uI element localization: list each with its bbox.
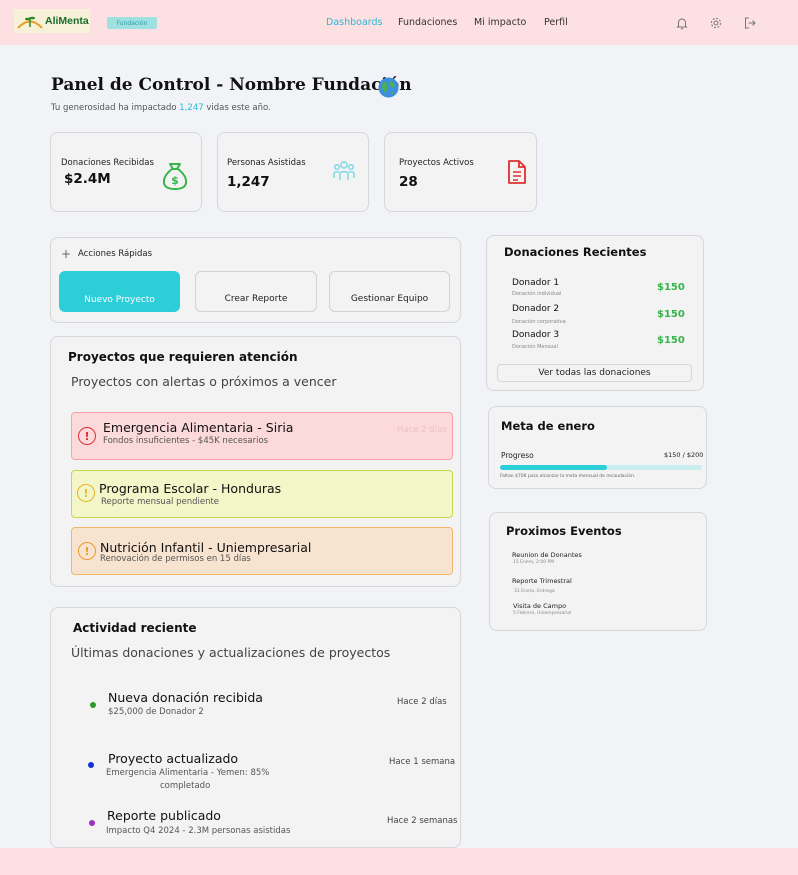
- page-title: Panel de Control - Nombre Fundación: [51, 75, 412, 95]
- document-icon: [508, 160, 526, 184]
- nav-fundaciones[interactable]: Fundaciones: [398, 17, 457, 28]
- activity-item-title: Nueva donación recibida: [108, 690, 263, 705]
- event-date: 31 Enero, Entrega: [514, 589, 555, 594]
- activity-item-time: Hace 2 semanas: [387, 816, 458, 826]
- donor-type: Donación corporativa: [512, 319, 566, 325]
- stat-label: Proyectos Activos: [399, 158, 474, 168]
- donor-type: Donación Mensual: [512, 344, 558, 350]
- bell-icon[interactable]: [675, 16, 689, 30]
- progress-bar: [500, 465, 702, 470]
- alert-title: Nutrición Infantil - Uniempresarial: [100, 540, 312, 555]
- donor-type: Donación individual: [512, 291, 562, 297]
- progress-fill: [500, 465, 608, 470]
- progress-label: Progreso: [501, 451, 534, 460]
- event-date: 15 Enero, 2:00 PM: [513, 560, 555, 565]
- goal-note: Faltan $70K para alcanzar la meta mensua…: [500, 474, 636, 479]
- activity-item-title: Proyecto actualizado: [108, 751, 239, 766]
- new-project-button[interactable]: Nuevo Proyecto: [59, 271, 180, 312]
- alert-time: Hace 2 días: [397, 425, 447, 435]
- recent-donations-title: Donaciones Recientes: [504, 245, 647, 259]
- event-date: 5 Febrero, Uniempresarial: [513, 611, 572, 616]
- stat-label: Donaciones Recibidas: [61, 158, 154, 168]
- event-title: Visita de Campo: [513, 602, 567, 610]
- gear-icon[interactable]: [709, 16, 723, 30]
- event-title: Reunion de Donantes: [512, 551, 582, 559]
- events-title: Proximos Eventos: [506, 524, 622, 538]
- activity-item-title: Reporte publicado: [107, 808, 221, 823]
- status-dot: [88, 762, 94, 768]
- stat-value: 28: [399, 174, 418, 190]
- donor-amount: $150: [657, 309, 685, 320]
- nav-mi-impacto[interactable]: Mi impacto: [474, 17, 526, 28]
- footer-bar: [0, 848, 798, 875]
- activity-item-time: Hace 2 días: [397, 697, 447, 707]
- status-dot: [90, 702, 96, 708]
- alert-subtitle: Fondos insuficientes - $45K necesarios: [103, 436, 269, 446]
- quick-actions-title: Acciones Rápidas: [78, 249, 153, 259]
- logo-icon: [17, 16, 43, 29]
- attention-subtitle: Proyectos con alertas o próximos a vence…: [71, 374, 337, 389]
- manage-team-button[interactable]: Gestionar Equipo: [329, 271, 450, 312]
- create-report-button[interactable]: Crear Reporte: [195, 271, 317, 312]
- goal-title: Meta de enero: [501, 419, 595, 433]
- activity-item-sub: completado: [160, 781, 211, 791]
- see-all-donations-button[interactable]: Ver todas las donaciones: [497, 364, 692, 382]
- brand-logo[interactable]: AliMenta: [14, 9, 90, 33]
- activity-item-time: Hace 1 semana: [389, 757, 456, 767]
- stat-value: $2.4M: [64, 171, 111, 187]
- status-dot: [89, 820, 95, 826]
- impact-count: 1,247: [179, 103, 204, 113]
- attention-title: Proyectos que requieren atención: [68, 350, 298, 364]
- alert-icon: !: [78, 542, 96, 560]
- page-subtitle: Tu generosidad ha impactado 1,247 vidas …: [51, 103, 271, 113]
- svg-text:$: $: [171, 174, 179, 187]
- donor-amount: $150: [657, 282, 685, 293]
- people-icon: [333, 161, 355, 180]
- nav-dashboards[interactable]: Dashboards: [326, 17, 383, 28]
- globe-icon: [378, 77, 399, 98]
- nav-perfil[interactable]: Perfil: [544, 17, 568, 28]
- alert-icon: !: [77, 484, 95, 502]
- stat-label: Personas Asistidas: [227, 158, 306, 168]
- role-badge: Fundación: [107, 17, 157, 29]
- logout-icon[interactable]: [743, 16, 757, 30]
- top-bar: AliMenta Fundación Dashboards Fundacione…: [0, 0, 798, 45]
- money-bag-icon: $: [162, 163, 188, 190]
- event-title: Reporte Trimestral: [512, 577, 572, 585]
- alert-subtitle: Reporte mensual pendiente: [101, 497, 220, 507]
- progress-value: $150 / $200: [664, 451, 704, 459]
- activity-item-sub: Impacto Q4 2024 - 2.3M personas asistida…: [106, 826, 291, 836]
- activity-subtitle: Últimas donaciones y actualizaciones de …: [71, 645, 391, 660]
- activity-title: Actividad reciente: [73, 621, 197, 635]
- stat-value: 1,247: [227, 174, 270, 190]
- activity-item-sub: $25,000 de Donador 2: [108, 707, 204, 717]
- donor-amount: $150: [657, 335, 685, 346]
- alert-subtitle: Renovación de permisos en 15 días: [100, 554, 251, 564]
- activity-item-sub: Emergencia Alimentaria - Yemen: 85%: [106, 768, 270, 778]
- alert-title: Programa Escolar - Honduras: [99, 481, 282, 496]
- donor-name: Donador 1: [512, 278, 560, 288]
- alert-title: Emergencia Alimentaria - Siria: [103, 420, 294, 435]
- plus-icon: +: [61, 247, 72, 261]
- donor-name: Donador 3: [512, 330, 560, 340]
- brand-name: AliMenta: [45, 15, 89, 27]
- donor-name: Donador 2: [512, 304, 560, 314]
- alert-icon: !: [78, 427, 96, 445]
